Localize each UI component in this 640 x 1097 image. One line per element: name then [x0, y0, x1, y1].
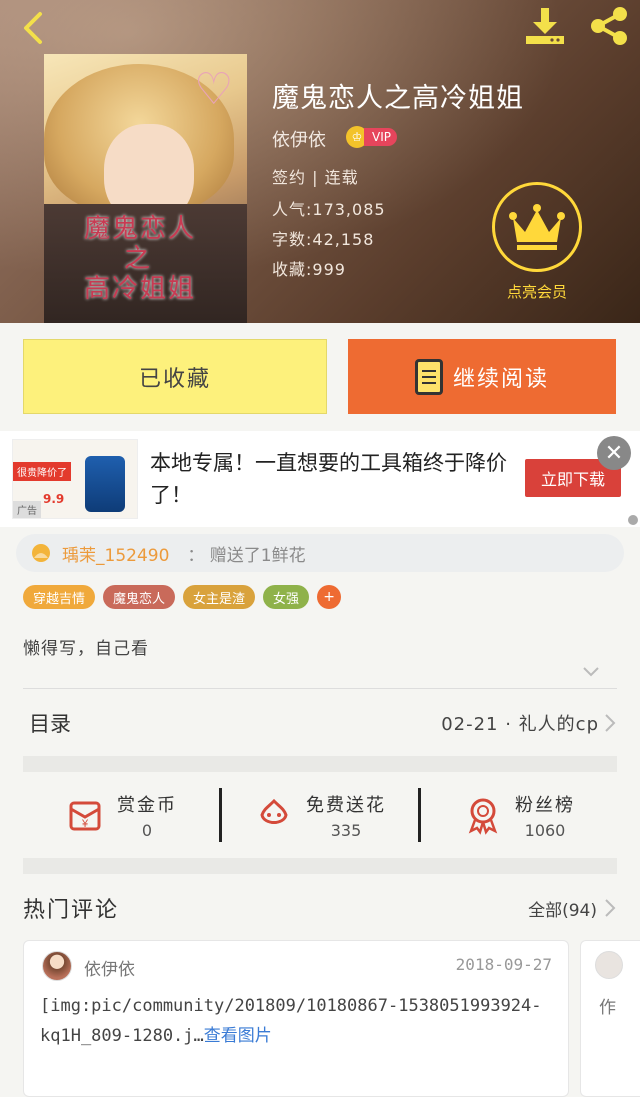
ad-text: 本地专属！一直想要的工具箱终于降价了！ — [150, 451, 507, 507]
gift-notice: 瑀茉_152490 ： 赠送了1鲜花 — [16, 534, 624, 572]
member-label[interactable]: 点亮会员 — [492, 281, 582, 302]
svg-text:¥: ¥ — [81, 818, 89, 830]
drill-image — [85, 456, 125, 512]
author-name[interactable]: 依伊依 — [272, 126, 326, 152]
stats-bar: ¥ 赏金币 0 免费送花 335 粉丝榜 1060 — [23, 774, 617, 856]
section-separator — [23, 858, 617, 874]
section-separator — [23, 756, 617, 772]
ad-tag: 广告 — [13, 501, 41, 518]
gift-user[interactable]: 瑀茉_152490 — [62, 541, 169, 566]
toc-label: 目录 — [29, 712, 71, 736]
red-envelope-icon: ¥ — [69, 801, 101, 831]
continue-reading-button[interactable]: 继续阅读 — [348, 339, 616, 414]
send-flower-button[interactable]: 免费送花 335 — [222, 791, 418, 840]
ad-thumb-price: 9.9 — [43, 492, 65, 506]
book-word-count: 字数:42,158 — [272, 230, 375, 249]
tag-item[interactable]: 穿越吉情 — [23, 585, 96, 609]
member-button[interactable] — [492, 182, 582, 272]
heart-icon: ♡ — [194, 64, 234, 115]
vip-badge: ♔ VIP — [346, 126, 397, 148]
table-of-contents-row[interactable]: 目录 02-21 · 礼人的cp — [23, 700, 617, 746]
tag-item[interactable]: 女主是渣 — [183, 585, 256, 609]
tag-more-button[interactable]: + — [317, 585, 342, 609]
comment-text: [img:pic/community/201809/10180867-15380… — [40, 996, 542, 1046]
vip-label: VIP — [364, 128, 397, 146]
favorite-button[interactable]: 已收藏 — [23, 339, 327, 414]
tag-list: 穿越吉情 魔鬼恋人 女主是渣 女强 + — [23, 585, 342, 609]
chevron-right-icon[interactable] — [603, 897, 617, 919]
chevron-down-icon[interactable] — [580, 660, 602, 682]
comment-user[interactable]: 依伊依 — [84, 955, 135, 980]
divider — [23, 688, 617, 689]
book-intro: 懒得写，自己看 — [23, 639, 149, 659]
ad-close-icon[interactable]: ✕ — [597, 436, 631, 470]
share-icon[interactable] — [586, 4, 632, 48]
comment-date: 2018-09-27 — [455, 955, 552, 974]
comment-body: [img:pic/community/201809/10180867-15380… — [40, 991, 550, 1051]
comment-card[interactable]: 作 — [580, 940, 640, 1097]
stat-value: 335 — [330, 820, 362, 840]
download-icon[interactable] — [522, 6, 568, 46]
stat-value: 0 — [141, 820, 153, 840]
view-image-link[interactable]: 查看图片 — [204, 1026, 272, 1046]
ad-thumb-promo: 很贵降价了 — [13, 462, 71, 481]
book-icon — [414, 358, 443, 395]
stat-value: 1060 — [524, 820, 566, 840]
latest-chapter: 02-21 · 礼人的cp — [441, 714, 599, 735]
comment-user[interactable]: 作 — [599, 993, 616, 1018]
ad-thumbnail: 很贵降价了 9.9 广告 — [12, 439, 138, 519]
reward-coins-button[interactable]: ¥ 赏金币 0 — [23, 791, 219, 840]
crown-icon — [509, 204, 565, 250]
avatar[interactable] — [595, 951, 623, 979]
avatar[interactable] — [42, 951, 72, 981]
tag-item[interactable]: 魔鬼恋人 — [103, 585, 176, 609]
book-status: 签约 | 连载 — [272, 168, 359, 187]
hot-comments-header: 热门评论 全部(94) — [23, 888, 617, 928]
gift-message: ： 赠送了1鲜花 — [187, 545, 306, 566]
cover-title-art: 魔鬼恋人 之 高冷姐姐 — [84, 214, 197, 304]
hot-comments-title: 热门评论 — [23, 898, 120, 923]
chevron-right-icon — [605, 714, 616, 732]
stat-label: 粉丝榜 — [515, 794, 575, 816]
book-title: 魔鬼恋人之高冷姐姐 — [272, 83, 524, 114]
back-arrow-icon[interactable] — [16, 8, 50, 48]
ad-info-icon[interactable] — [628, 515, 638, 525]
flower-gift-icon — [260, 798, 288, 824]
fan-ranking-button[interactable]: 粉丝榜 1060 — [421, 791, 617, 840]
book-cover[interactable]: ♡ 魔鬼恋人 之 高冷姐姐 — [44, 54, 247, 323]
all-comments-link[interactable]: 全部(94) — [528, 896, 597, 921]
tag-item[interactable]: 女强 — [263, 585, 310, 609]
continue-reading-label: 继续阅读 — [452, 366, 549, 392]
flower-icon — [32, 544, 50, 562]
medal-icon — [468, 798, 498, 835]
book-header: ♡ 魔鬼恋人 之 高冷姐姐 魔鬼恋人之高冷姐姐 依伊依 ♔ VIP 签约 | 连… — [0, 0, 640, 323]
comment-card[interactable]: 依伊依 2018-09-27 [img:pic/community/201809… — [23, 940, 569, 1097]
book-popularity: 人气:173,085 — [272, 200, 386, 219]
book-favorites: 收藏:999 — [272, 260, 346, 279]
stat-label: 赏金币 — [117, 794, 177, 816]
stat-label: 免费送花 — [306, 794, 386, 816]
